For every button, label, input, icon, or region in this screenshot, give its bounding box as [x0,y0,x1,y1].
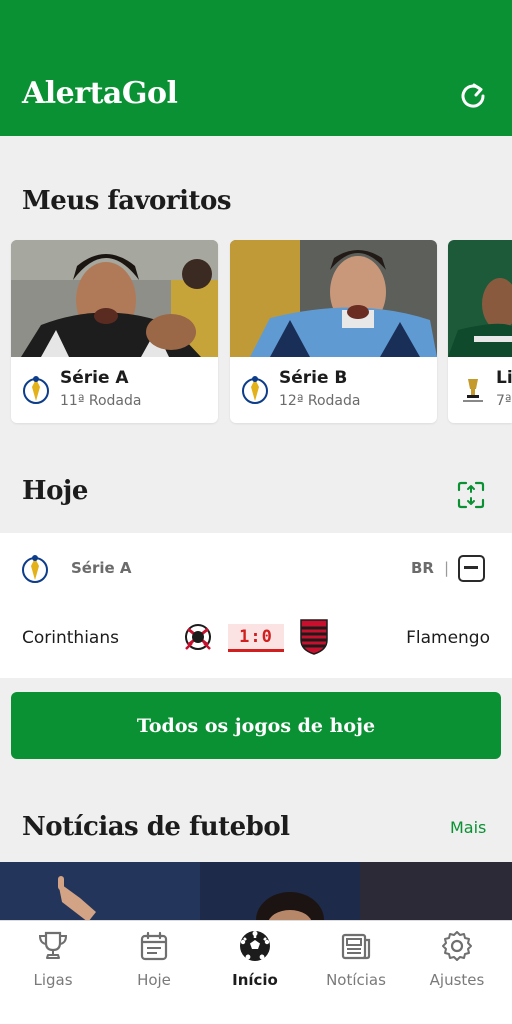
trophy-icon [38,931,68,959]
away-team: Flamengo [406,628,490,648]
calendar-icon [140,931,168,961]
player-photo [448,240,512,357]
app-title: AlertaGol [22,76,178,111]
news-image[interactable] [0,862,512,922]
nav-label: Início [232,971,278,989]
nav-item-ajustes[interactable]: Ajustes [407,921,507,1011]
player-photo [230,240,437,357]
serie-a-badge-icon [22,555,48,583]
favorite-card-serie-a[interactable]: Série A 11ª Rodada [11,240,218,423]
match-card[interactable]: Série A BR | Corinthians 1:0 Flamengo [0,533,512,678]
bottom-nav: Ligas Hoje Início Notícias Ajustes [0,920,512,1024]
news-more-link[interactable]: Mais [450,818,486,837]
flamengo-crest-icon [300,619,328,655]
match-country: BR [411,559,434,577]
favorite-round: 7ª [496,393,512,409]
news-title: Notícias de futebol [22,812,290,842]
favorite-card-serie-b[interactable]: Série B 12ª Rodada [230,240,437,423]
home-team: Corinthians [22,628,119,648]
nav-item-noticias[interactable]: Notícias [306,921,406,1011]
favorite-round: 12ª Rodada [279,393,361,409]
player-photo [11,240,218,357]
collapse-button[interactable] [458,555,485,582]
favorite-league-name: Li [496,368,512,388]
favorites-title: Meus favoritos [22,186,231,216]
match-league: Série A [71,559,132,577]
soccer-ball-icon [240,931,270,961]
today-title: Hoje [22,476,88,506]
favorite-round: 11ª Rodada [60,393,142,409]
favorite-card-libertadores[interactable]: Li 7ª [448,240,512,423]
expand-icon [457,481,485,509]
nav-item-hoje[interactable]: Hoje [104,921,204,1011]
serie-b-badge-icon [242,376,268,404]
divider: | [444,559,450,577]
refresh-button[interactable] [456,78,490,112]
favorite-league-name: Série B [279,368,348,388]
all-games-button[interactable]: Todos os jogos de hoje [11,692,501,759]
newspaper-icon [341,933,371,960]
match-score: 1:0 [228,624,284,652]
nav-label: Ligas [33,971,73,989]
nav-label: Notícias [326,971,386,989]
expand-button[interactable] [456,480,486,510]
libertadores-badge-icon [463,379,483,402]
favorite-league-name: Série A [60,368,129,388]
serie-a-badge-icon [23,376,49,404]
gear-icon [442,931,472,961]
nav-item-ligas[interactable]: Ligas [3,921,103,1011]
app-header: AlertaGol [0,0,512,136]
nav-label: Hoje [137,971,171,989]
nav-label: Ajustes [429,971,485,989]
nav-item-inicio[interactable]: Início [205,921,305,1011]
corinthians-crest-icon [185,624,211,650]
refresh-icon [461,83,485,108]
